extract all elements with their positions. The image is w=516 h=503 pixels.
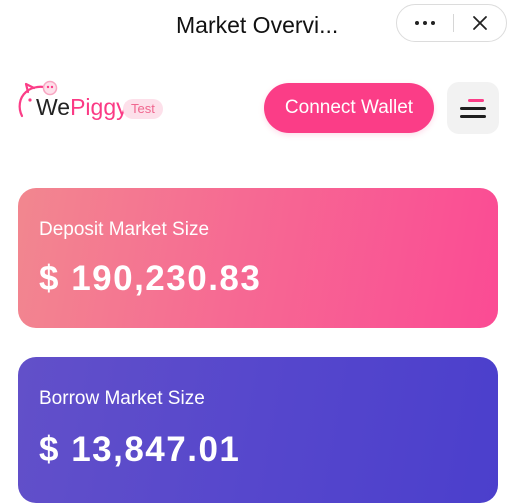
menu-button[interactable] [447,82,499,134]
brand-we: We [36,94,71,120]
connect-wallet-button[interactable]: Connect Wallet [264,83,434,133]
capsule-menu [396,4,507,42]
deposit-market-label: Deposit Market Size [39,219,210,240]
deposit-market-value: $ 190,230.83 [39,259,262,298]
borrow-market-label: Borrow Market Size [39,388,205,409]
borrow-market-value: $ 13,847.01 [39,430,241,469]
page-title: Market Overvi... [176,12,339,38]
environment-badge: Test [123,99,163,119]
brand-name: WePiggy [36,94,128,120]
close-button[interactable] [454,5,506,41]
brand-piggy: Piggy [70,94,128,120]
borrow-market-card[interactable]: Borrow Market Size $ 13,847.01 [18,357,498,503]
more-dots-icon [415,21,435,25]
more-button[interactable] [397,5,453,41]
mini-program-title-bar: Market Overvi... [0,0,516,50]
wepiggy-logo[interactable]: WePiggy Test [16,78,176,122]
deposit-market-card[interactable]: Deposit Market Size $ 190,230.83 [18,188,498,328]
close-icon [473,16,487,30]
